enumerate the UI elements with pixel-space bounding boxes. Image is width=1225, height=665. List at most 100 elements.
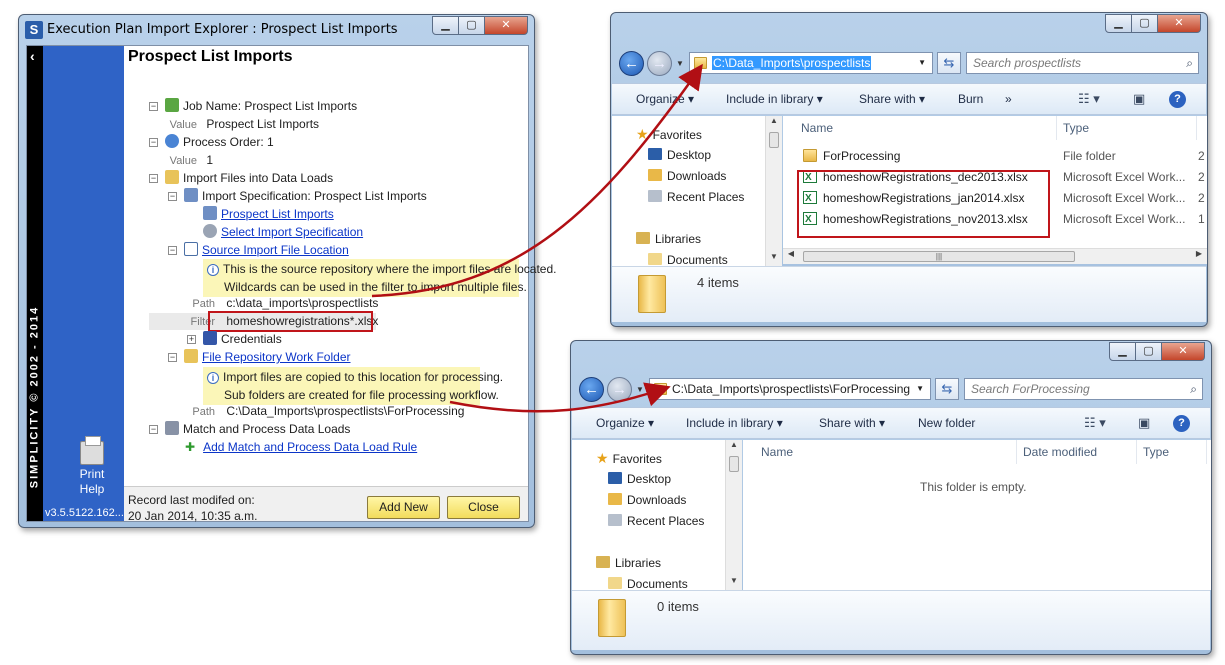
address-field[interactable]: C:\Data_Imports\prospectlists\ForProcess…	[649, 378, 931, 400]
collapse-toggle-icon[interactable]: −	[149, 174, 158, 183]
nav-scrollbar[interactable]: ▲ ▼	[765, 116, 782, 266]
burn-button[interactable]: Burn	[958, 92, 983, 106]
scroll-down-icon[interactable]: ▼	[726, 576, 742, 590]
nav-documents[interactable]: Documents	[648, 251, 728, 266]
scroll-up-icon[interactable]: ▲	[726, 440, 742, 454]
share-with-menu[interactable]: Share with ▾	[819, 416, 885, 430]
preview-pane-icon[interactable]: ▣	[1138, 415, 1150, 431]
tree-node-process-order[interactable]: − Process Order: 1	[149, 134, 274, 151]
maximize-button[interactable]: ▢	[458, 16, 485, 35]
organize-menu[interactable]: Organize ▾	[636, 92, 694, 106]
select-spec-link-row[interactable]: Select Import Specification	[203, 224, 363, 241]
view-options-icon[interactable]: ☷ ▾	[1078, 91, 1100, 107]
title-bar[interactable]: S Execution Plan Import Explorer : Prosp…	[19, 15, 534, 45]
column-header-type[interactable]: Type	[1137, 440, 1207, 464]
include-in-library-menu[interactable]: Include in library ▾	[726, 92, 823, 106]
scroll-right-icon[interactable]: ▶	[1191, 249, 1207, 263]
forward-arrow-icon[interactable]: →	[647, 51, 672, 76]
history-dropdown-icon[interactable]: ▼	[676, 59, 684, 68]
more-commands-button[interactable]: »	[1005, 92, 1012, 106]
address-dropdown-icon[interactable]: ▼	[918, 58, 926, 67]
scroll-down-icon[interactable]: ▼	[766, 252, 782, 266]
repository-path-value[interactable]: C:\Data_Imports\prospectlists\ForProcess…	[226, 404, 464, 418]
collapse-toggle-icon[interactable]: −	[168, 192, 177, 201]
minimize-button[interactable]: ▁	[432, 16, 459, 35]
close-window-button[interactable]: ✕	[1157, 14, 1201, 33]
nav-desktop[interactable]: Desktop	[648, 146, 711, 164]
nav-downloads[interactable]: Downloads	[648, 167, 726, 185]
minimize-button[interactable]: ▁	[1109, 342, 1136, 361]
file-repository-work-folder-link[interactable]: File Repository Work Folder	[202, 350, 351, 364]
nav-downloads[interactable]: Downloads	[608, 491, 686, 509]
tree-node-match-process[interactable]: − Match and Process Data Loads	[149, 421, 350, 438]
tree-node-credentials[interactable]: + Credentials	[187, 331, 282, 348]
help-icon[interactable]: ?	[1173, 415, 1190, 432]
collapse-chevron-icon[interactable]: ‹	[30, 48, 35, 64]
minimize-button[interactable]: ▁	[1105, 14, 1132, 33]
horizontal-scrollbar[interactable]: ◀ ||| ▶	[783, 248, 1207, 264]
collapse-toggle-icon[interactable]: −	[168, 246, 177, 255]
new-folder-button[interactable]: New folder	[918, 416, 975, 430]
collapse-toggle-icon[interactable]: −	[149, 138, 158, 147]
scroll-up-icon[interactable]: ▲	[766, 116, 782, 130]
column-header-date-modified[interactable]: Date modified	[1017, 440, 1137, 464]
expand-toggle-icon[interactable]: +	[187, 335, 196, 344]
column-header-type[interactable]: Type	[1057, 116, 1197, 140]
file-row[interactable]: ForProcessing	[803, 146, 900, 167]
printer-icon[interactable]	[80, 436, 104, 465]
address-path[interactable]: C:\Data_Imports\prospectlists	[712, 56, 872, 70]
tree-node-job-name[interactable]: − Job Name: Prospect List Imports	[149, 98, 357, 115]
nav-favorites[interactable]: ★ Favorites	[636, 125, 702, 143]
prospect-list-imports-link[interactable]: Prospect List Imports	[221, 207, 334, 221]
address-path[interactable]: C:\Data_Imports\prospectlists\ForProcess…	[672, 382, 910, 396]
address-dropdown-icon[interactable]: ▼	[916, 384, 924, 393]
nav-desktop[interactable]: Desktop	[608, 470, 671, 488]
nav-libraries[interactable]: Libraries	[636, 230, 701, 248]
column-header-name[interactable]: Name	[755, 440, 1017, 464]
select-import-specification-link[interactable]: Select Import Specification	[221, 225, 363, 239]
help-icon[interactable]: ?	[1169, 91, 1186, 108]
add-rule-row[interactable]: ✚ Add Match and Process Data Load Rule	[185, 439, 417, 456]
view-options-icon[interactable]: ☷ ▾	[1084, 415, 1106, 431]
tree-node-import-spec[interactable]: − Import Specification: Prospect List Im…	[168, 188, 427, 205]
print-link[interactable]: Print	[67, 467, 117, 482]
tree-node-repository[interactable]: − File Repository Work Folder	[168, 349, 351, 366]
close-window-button[interactable]: ✕	[484, 16, 528, 35]
history-dropdown-icon[interactable]: ▼	[636, 385, 644, 394]
preview-pane-icon[interactable]: ▣	[1133, 91, 1145, 107]
scroll-thumb[interactable]	[729, 456, 739, 472]
help-link[interactable]: Help	[67, 482, 117, 497]
nav-documents[interactable]: Documents	[608, 575, 688, 590]
scroll-thumb[interactable]: |||	[803, 251, 1075, 262]
close-button[interactable]: Close	[447, 496, 520, 519]
source-path-value[interactable]: c:\data_imports\prospectlists	[226, 296, 378, 310]
organize-menu[interactable]: Organize ▾	[596, 416, 654, 430]
scroll-thumb[interactable]	[769, 132, 779, 148]
add-match-process-rule-link[interactable]: Add Match and Process Data Load Rule	[203, 440, 417, 454]
collapse-toggle-icon[interactable]: −	[149, 425, 158, 434]
search-box[interactable]: Search prospectlists ⌕	[966, 52, 1199, 74]
search-icon[interactable]: ⌕	[1186, 56, 1193, 71]
maximize-button[interactable]: ▢	[1135, 342, 1162, 361]
back-arrow-icon[interactable]: ←	[579, 377, 604, 402]
back-arrow-icon[interactable]: ←	[619, 51, 644, 76]
search-box[interactable]: Search ForProcessing ⌕	[964, 378, 1203, 400]
nav-scrollbar[interactable]: ▲ ▼	[725, 440, 742, 590]
collapse-toggle-icon[interactable]: −	[149, 102, 158, 111]
refresh-icon[interactable]: ⇆	[937, 52, 961, 74]
close-window-button[interactable]: ✕	[1161, 342, 1205, 361]
column-header-name[interactable]: Name	[795, 116, 1057, 140]
add-new-button[interactable]: Add New	[367, 496, 440, 519]
refresh-icon[interactable]: ⇆	[935, 378, 959, 400]
forward-arrow-icon[interactable]: →	[607, 377, 632, 402]
search-icon[interactable]: ⌕	[1190, 382, 1197, 397]
collapse-toggle-icon[interactable]: −	[168, 353, 177, 362]
scroll-left-icon[interactable]: ◀	[783, 249, 799, 263]
nav-libraries[interactable]: Libraries	[596, 554, 661, 572]
share-with-menu[interactable]: Share with ▾	[859, 92, 925, 106]
nav-favorites[interactable]: ★ Favorites	[596, 449, 662, 467]
source-import-file-location-link[interactable]: Source Import File Location	[202, 243, 349, 257]
nav-recent-places[interactable]: Recent Places	[608, 512, 704, 530]
tree-node-source-location[interactable]: − Source Import File Location	[168, 242, 349, 259]
maximize-button[interactable]: ▢	[1131, 14, 1158, 33]
